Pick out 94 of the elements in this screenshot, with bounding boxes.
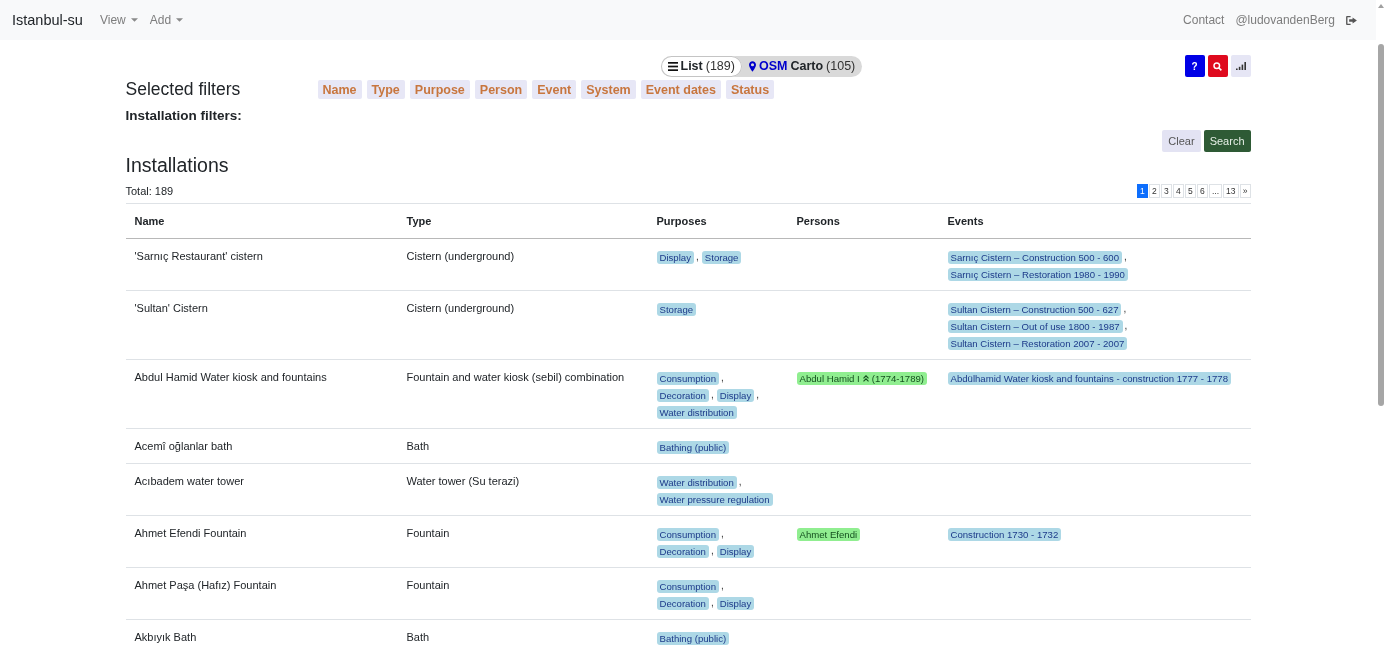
page-link[interactable]: 13: [1223, 184, 1239, 198]
comma-separator: ,: [710, 545, 714, 556]
purpose-tag[interactable]: Display: [656, 250, 694, 264]
purpose-tag[interactable]: Decoration: [656, 596, 709, 610]
nav-link[interactable]: Contact: [1183, 13, 1225, 27]
chart-button[interactable]: [1230, 55, 1251, 77]
view-tab[interactable]: OSM Carto (105): [741, 55, 863, 77]
scrollbar-thumb[interactable]: [1378, 44, 1384, 406]
event-tag[interactable]: Abdülhamid Water kiosk and fountains - construction 1777 - 1778: [947, 371, 1231, 385]
event-tag[interactable]: Sultan Cistern – Restoration 2007 - 2007: [947, 336, 1128, 350]
page-link[interactable]: »: [1239, 184, 1251, 198]
purpose-tag[interactable]: Display: [716, 388, 755, 402]
nav-menu-button[interactable]: Add: [149, 13, 184, 27]
column-header: Persons: [787, 203, 939, 239]
column-header: Purposes: [647, 203, 788, 239]
nav-link[interactable]: @ludovandenBerg: [1235, 13, 1335, 27]
purpose-tag[interactable]: Consumption: [656, 579, 720, 593]
purpose-tag[interactable]: Consumption: [656, 527, 720, 541]
caret-down-icon: [130, 18, 138, 22]
purpose-tag[interactable]: Bathing (public): [656, 631, 730, 645]
table-cell: Ahmet Paşa (Hafız) Fountain: [125, 567, 398, 620]
page-link[interactable]: 4: [1172, 184, 1184, 198]
table-cell: Bath: [397, 428, 648, 464]
event-tag[interactable]: Construction 1730 - 1732: [947, 527, 1062, 541]
table-cell: Bath: [397, 619, 648, 648]
brand-link[interactable]: Istanbul-su: [12, 12, 83, 28]
table-cell: Water tower (Su terazi): [397, 463, 648, 516]
purpose-tag[interactable]: Decoration: [656, 388, 709, 402]
scroll-up-arrow-icon[interactable]: [1378, 4, 1384, 8]
table-cell: Acıbadem water tower: [125, 463, 398, 516]
comma-separator: ,: [695, 251, 699, 262]
table-cell: Fountain: [397, 515, 648, 568]
event-tag[interactable]: Sarnıç Cistern – Restoration 1980 - 1990: [947, 267, 1128, 281]
caret-down-icon: [176, 18, 184, 22]
column-header: Type: [397, 203, 648, 239]
purpose-tag[interactable]: Display: [716, 596, 755, 610]
purpose-tag[interactable]: Water pressure regulation: [656, 492, 773, 506]
comma-separator: ,: [756, 389, 759, 400]
comma-separator: ,: [710, 597, 714, 608]
search-button[interactable]: [1207, 55, 1228, 77]
filters-subheading: Installation filters:: [125, 107, 242, 124]
table-cell: Cistern (underground): [397, 290, 648, 360]
page-link[interactable]: 3: [1160, 184, 1172, 198]
table-cell: Acemî oğlanlar bath: [125, 428, 398, 464]
comma-separator: ,: [721, 528, 724, 539]
search-icon: [1213, 61, 1222, 71]
column-header: Name: [125, 203, 398, 239]
event-tag[interactable]: Sultan Cistern – Out of use 1800 - 1987: [947, 319, 1123, 333]
comma-separator: ,: [1123, 303, 1127, 314]
hamburger-icon: [667, 61, 678, 71]
purpose-tag[interactable]: Consumption: [656, 371, 720, 385]
column-header: Events: [938, 203, 1251, 239]
table-cell: Cistern (underground): [397, 238, 648, 291]
logout-icon[interactable]: [1346, 15, 1357, 25]
table-cell: 'Sultan' Cistern: [125, 290, 398, 360]
comma-separator: ,: [738, 476, 742, 487]
person-tag[interactable]: Abdul Hamid I (1774-1789): [796, 371, 928, 385]
table-cell: Akbıyık Bath: [125, 619, 398, 648]
page-link[interactable]: 6: [1196, 184, 1208, 198]
purpose-tag[interactable]: Display: [716, 544, 755, 558]
table-cell: Fountain: [397, 567, 648, 620]
table-cell: Ahmet Efendi Fountain: [125, 515, 398, 568]
comma-separator: ,: [710, 389, 714, 400]
purpose-tag[interactable]: Decoration: [656, 544, 709, 558]
clear-button[interactable]: Clear: [1162, 130, 1201, 152]
event-tag[interactable]: Sultan Cistern – Construction 500 - 627: [947, 302, 1122, 316]
page-link[interactable]: 2: [1148, 184, 1160, 198]
section-heading: Installations: [125, 153, 229, 177]
person-tag[interactable]: Ahmet Efendi: [796, 527, 861, 541]
table-cell: Abdul Hamid Water kiosk and fountains: [125, 359, 398, 429]
total-count: Total: 189: [125, 185, 174, 197]
help-button[interactable]: ?: [1184, 55, 1205, 77]
purpose-tag[interactable]: Storage: [656, 302, 697, 316]
double-caret-up-icon: [862, 374, 869, 382]
page-link[interactable]: ...: [1208, 184, 1223, 198]
purpose-tag[interactable]: Water distribution: [656, 405, 737, 419]
comma-separator: ,: [1124, 251, 1127, 262]
search-button[interactable]: Search: [1203, 130, 1251, 152]
purpose-tag[interactable]: Bathing (public): [656, 440, 730, 454]
comma-separator: ,: [721, 372, 724, 383]
page-link[interactable]: 5: [1184, 184, 1196, 198]
purpose-tag[interactable]: Storage: [701, 250, 742, 264]
comma-separator: ,: [721, 580, 724, 591]
comma-separator: ,: [1124, 320, 1128, 331]
map-pin-icon: [748, 60, 756, 72]
filters-heading: Selected filters: [125, 80, 241, 99]
signal-bars-icon: [1235, 62, 1246, 70]
page-link[interactable]: 1: [1136, 184, 1148, 198]
nav-menu-button[interactable]: View: [99, 13, 138, 27]
event-tag[interactable]: Sarnıç Cistern – Construction 500 - 600: [947, 250, 1122, 264]
table-cell: Fountain and water kiosk (sebil) combination: [397, 359, 648, 429]
view-tab[interactable]: List (189): [660, 55, 742, 77]
table-cell: 'Sarnıç Restaurant' cistern: [125, 238, 398, 291]
purpose-tag[interactable]: Water distribution: [656, 475, 737, 489]
